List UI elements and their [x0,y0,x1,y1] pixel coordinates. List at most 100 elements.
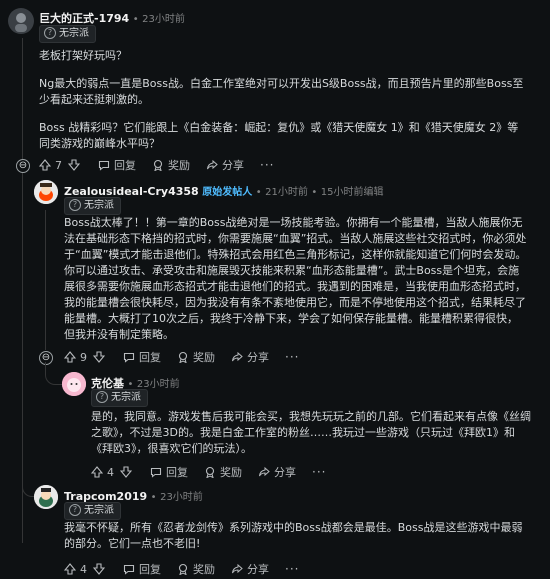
award-icon [153,159,163,171]
comment-paragraph: Ng最大的弱点一直是Boss战。白金工作室绝对可以开发出S级Boss战，而且预告… [39,77,524,106]
flair-text: 无宗派 [84,200,114,211]
downvote-icon[interactable] [93,351,105,363]
reply-label: 回复 [166,466,188,479]
avatar-image [62,372,86,396]
user-flair: ? 无宗派 [64,502,121,520]
reply-label: 回复 [139,563,161,576]
reply-label: 回复 [139,351,161,364]
comment-header: 巨大的正式-1794 • 23小时前 [39,10,185,26]
help-icon: ? [69,504,81,516]
share-label: 分享 [222,159,244,172]
user-flair: ? 无宗派 [64,197,121,215]
award-button[interactable]: 奖励 [152,157,190,173]
help-icon: ? [44,27,56,39]
downvote-icon[interactable] [120,466,132,478]
help-icon: ? [69,199,81,211]
reply-icon [123,352,135,363]
comment-body: 是的，我同意。游戏发售后我可能会买，我想先玩玩之前的几部。它们看起来有点像《丝绸… [91,409,531,457]
share-label: 分享 [247,351,269,364]
flair-text: 无宗派 [59,28,89,39]
reply-button[interactable]: 回复 [123,561,161,577]
avatar-image [34,485,58,509]
timestamp[interactable]: 23小时前 [160,492,203,503]
avatar[interactable] [34,485,58,509]
comment-actions: 9 回复 奖励 分享 ··· [64,348,299,366]
more-icon[interactable]: ··· [285,350,299,364]
share-icon [259,466,270,477]
collapse-icon[interactable]: ⊖ [16,159,30,173]
comment-paragraph: 是的，我同意。游戏发售后我可能会买，我想先玩玩之前的几部。它们看起来有点像《丝绸… [91,410,531,455]
more-icon[interactable]: ··· [285,562,299,576]
avatar[interactable] [34,180,58,204]
share-icon [232,563,243,574]
comment-actions: 4 回复 奖励 分享 ··· [91,463,326,481]
separator: • [132,14,139,25]
reply-button[interactable]: 回复 [150,464,188,480]
more-icon[interactable]: ··· [312,465,326,479]
comment-paragraph: 老板打架好玩吗？ [39,49,127,62]
comment-body: 老板打架好玩吗？ Ng最大的弱点一直是Boss战。白金工作室绝对可以开发出S级B… [39,48,527,152]
op-badge: 原始发帖人 [202,187,253,198]
upvote-icon[interactable] [64,351,76,363]
vote-count: 9 [80,350,87,364]
award-label: 奖励 [193,563,215,576]
separator: • [311,187,318,198]
downvote-icon[interactable] [68,159,80,171]
comment-paragraph: 我毫不怀疑，所有《忍者龙剑传》系列游戏中的Boss战都会是最佳。Boss战是这些… [64,521,523,550]
award-label: 奖励 [168,159,190,172]
reply-icon [98,160,110,171]
reply-icon [123,564,135,575]
award-button[interactable]: 奖励 [204,464,242,480]
downvote-icon[interactable] [93,563,105,575]
comment-actions: 7 回复 奖励 分享 ··· [39,156,274,174]
share-icon [232,351,243,362]
separator: • [255,187,262,198]
timestamp[interactable]: 21小时前 [265,187,308,198]
award-icon [178,563,188,575]
reply-label: 回复 [114,159,136,172]
award-button[interactable]: 奖励 [177,349,215,365]
share-icon [207,159,218,170]
share-label: 分享 [274,466,296,479]
avatar-image [8,8,34,34]
help-icon: ? [96,391,108,403]
user-flair: ? 无宗派 [39,25,96,43]
reply-icon [150,467,162,478]
share-button[interactable]: 分享 [231,349,269,365]
avatar[interactable] [8,8,34,34]
thread-line-reply[interactable] [45,210,46,350]
vote-count: 7 [55,158,62,172]
author-name[interactable]: 巨大的正式-1794 [39,12,129,25]
vote-count: 4 [107,465,114,479]
upvote-icon[interactable] [91,466,103,478]
more-icon[interactable]: ··· [260,158,274,172]
edited-timestamp: 15小时前编辑 [320,187,384,198]
award-button[interactable]: 奖励 [177,561,215,577]
separator: • [150,492,157,503]
user-flair: ? 无宗派 [91,389,148,407]
award-icon [178,351,188,363]
share-button[interactable]: 分享 [231,561,269,577]
share-button[interactable]: 分享 [206,157,244,173]
avatar-image [34,180,58,204]
share-label: 分享 [247,563,269,576]
comment-paragraph: Boss战太棒了！！第一章的Boss战绝对是一场技能考验。你拥有一个能量槽，当敌… [64,216,527,341]
vote-count: 4 [80,562,87,576]
avatar[interactable] [62,372,86,396]
comment-paragraph: Boss 战精彩吗？它们能跟上《白金装备：崛起：复仇》或《猎天使魔女 1》和《猎… [39,121,519,150]
upvote-icon[interactable] [64,563,76,575]
comment-body: 我毫不怀疑，所有《忍者龙剑传》系列游戏中的Boss战都会是最佳。Boss战是这些… [64,520,532,552]
thread-line-root[interactable] [22,38,23,168]
award-label: 奖励 [193,351,215,364]
flair-text: 无宗派 [84,505,114,516]
timestamp[interactable]: 23小时前 [142,14,185,25]
comment-header: Zealousideal-Cry4358 原始发帖人 • 21小时前 • 15小… [64,183,384,198]
comment-body: Boss战太棒了！！第一章的Boss战绝对是一场技能考验。你拥有一个能量槽，当敌… [64,215,528,343]
upvote-icon[interactable] [39,159,51,171]
thread-connector [45,362,62,385]
award-icon [205,466,215,478]
flair-text: 无宗派 [111,392,141,403]
share-button[interactable]: 分享 [258,464,296,480]
reply-button[interactable]: 回复 [98,157,136,173]
reply-button[interactable]: 回复 [123,349,161,365]
